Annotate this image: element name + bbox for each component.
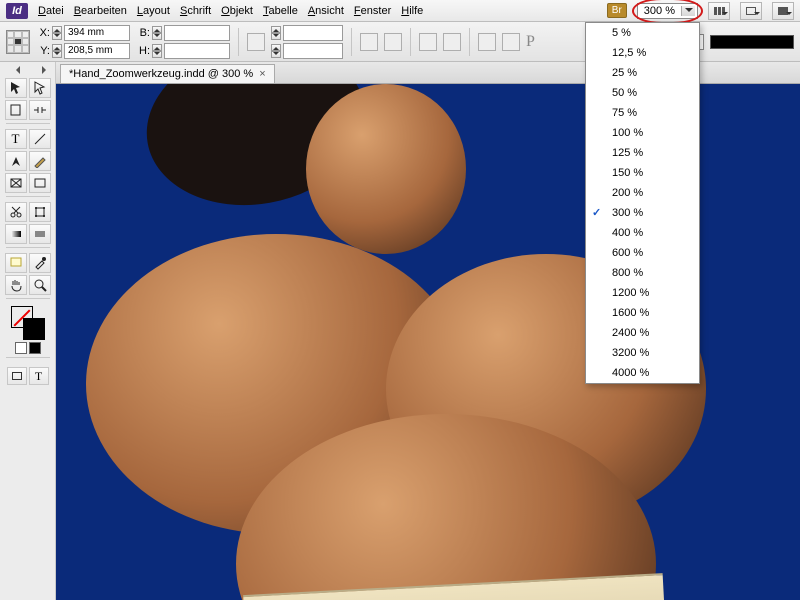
reference-point-grid[interactable] <box>6 30 30 54</box>
separator <box>238 28 239 56</box>
panel-collapse-left-icon[interactable] <box>10 66 20 76</box>
eyedropper-tool[interactable] <box>29 253 51 273</box>
stroke-style-preview[interactable] <box>710 35 794 49</box>
zoom-option[interactable]: 3200 % <box>586 343 699 363</box>
zoom-option[interactable]: 125 % <box>586 143 699 163</box>
shear-icon[interactable] <box>384 33 402 51</box>
menu-hilfe[interactable]: Hilfe <box>401 5 423 17</box>
w-stepper[interactable] <box>152 26 162 40</box>
zoom-level-value: 300 % <box>644 5 675 17</box>
zoom-option[interactable]: 100 % <box>586 123 699 143</box>
zoom-option[interactable]: 600 % <box>586 243 699 263</box>
rectangle-frame-tool[interactable] <box>5 173 27 193</box>
hand-tool[interactable] <box>5 275 27 295</box>
free-transform-tool[interactable] <box>29 202 51 222</box>
menu-ansicht[interactable]: Ansicht <box>308 5 344 17</box>
direct-selection-tool[interactable] <box>29 78 51 98</box>
page-tool[interactable] <box>5 100 27 120</box>
tools-panel: T <box>0 62 56 600</box>
menu-schrift[interactable]: Schrift <box>180 5 211 17</box>
selection-tool[interactable] <box>5 78 27 98</box>
check-icon: ✓ <box>592 206 601 219</box>
fill-stroke-swatch[interactable] <box>11 306 45 340</box>
separator <box>469 28 470 56</box>
zoom-option[interactable]: 75 % <box>586 103 699 123</box>
menu-bar: Id Datei Bearbeiten Layout Schrift Objek… <box>0 0 800 22</box>
select-content-icon[interactable] <box>502 33 520 51</box>
panel-collapse-right-icon[interactable] <box>40 66 50 76</box>
zoom-option[interactable]: 800 % <box>586 263 699 283</box>
zoom-option[interactable]: 200 % <box>586 183 699 203</box>
flip-h-icon[interactable] <box>419 33 437 51</box>
view-mode-button-1[interactable] <box>708 2 730 20</box>
type-tool[interactable]: T <box>5 129 27 149</box>
menu-datei[interactable]: Datei <box>38 5 64 17</box>
stroke-swatch-icon[interactable] <box>23 318 45 340</box>
menu-bearbeiten[interactable]: Bearbeiten <box>74 5 127 17</box>
zoom-option[interactable]: 1600 % <box>586 303 699 323</box>
gradient-swatch-tool[interactable] <box>5 224 27 244</box>
document-tab[interactable]: *Hand_Zoomwerkzeug.indd @ 300 % × <box>60 64 275 83</box>
w-label: B: <box>136 27 150 39</box>
menu-objekt[interactable]: Objekt <box>221 5 253 17</box>
scalex-input[interactable] <box>283 25 343 41</box>
zoom-option[interactable]: 400 % <box>586 223 699 243</box>
gap-tool[interactable] <box>29 100 51 120</box>
pen-tool[interactable] <box>5 151 27 171</box>
x-label: X: <box>36 27 50 39</box>
zoom-tool[interactable] <box>29 275 51 295</box>
flip-v-icon[interactable] <box>443 33 461 51</box>
line-tool[interactable] <box>29 129 51 149</box>
screen-mode-button[interactable] <box>740 2 762 20</box>
document-tab-title: *Hand_Zoomwerkzeug.indd @ 300 % <box>69 68 253 80</box>
zoom-option[interactable]: 4000 % <box>586 363 699 383</box>
y-input[interactable] <box>64 43 130 59</box>
normal-view-mode[interactable] <box>7 367 27 385</box>
default-swatches[interactable] <box>15 342 41 354</box>
size-fields: B: H: <box>136 25 230 59</box>
menu-layout[interactable]: Layout <box>137 5 170 17</box>
h-input[interactable] <box>164 43 230 59</box>
scalex-stepper[interactable] <box>271 26 281 40</box>
x-stepper[interactable] <box>52 26 62 40</box>
bridge-button[interactable]: Br <box>607 3 627 18</box>
position-fields: X: Y: <box>36 25 130 59</box>
h-stepper[interactable] <box>152 44 162 58</box>
app-logo-icon: Id <box>6 3 28 19</box>
scissors-tool[interactable] <box>5 202 27 222</box>
h-label: H: <box>136 45 150 57</box>
paragraph-style-icon: P <box>526 33 535 51</box>
separator <box>410 28 411 56</box>
zoom-level-dropdown: 5 %12,5 %25 %50 %75 %100 %125 %150 %200 … <box>585 22 700 384</box>
y-stepper[interactable] <box>52 44 62 58</box>
zoom-option[interactable]: ✓300 % <box>586 203 699 223</box>
zoom-option[interactable]: 150 % <box>586 163 699 183</box>
rotate-icon[interactable] <box>360 33 378 51</box>
zoom-level-combo[interactable]: 300 % <box>637 3 698 19</box>
zoom-option[interactable]: 1200 % <box>586 283 699 303</box>
zoom-option[interactable]: 2400 % <box>586 323 699 343</box>
rectangle-tool[interactable] <box>29 173 51 193</box>
note-tool[interactable] <box>5 253 27 273</box>
zoom-option[interactable]: 12,5 % <box>586 43 699 63</box>
chevron-down-icon[interactable] <box>681 6 695 16</box>
separator <box>351 28 352 56</box>
x-input[interactable] <box>64 25 130 41</box>
y-label: Y: <box>36 45 50 57</box>
arrange-button[interactable] <box>772 2 794 20</box>
zoom-option[interactable]: 25 % <box>586 63 699 83</box>
close-icon[interactable]: × <box>259 68 265 80</box>
menu-tabelle[interactable]: Tabelle <box>263 5 298 17</box>
menu-fenster[interactable]: Fenster <box>354 5 391 17</box>
gradient-feather-tool[interactable] <box>29 224 51 244</box>
scaley-input[interactable] <box>283 43 343 59</box>
pencil-tool[interactable] <box>29 151 51 171</box>
scale-x-icon[interactable] <box>247 33 265 51</box>
zoom-option[interactable]: 5 % <box>586 23 699 43</box>
preview-mode[interactable]: T <box>29 367 49 385</box>
w-input[interactable] <box>164 25 230 41</box>
scaley-stepper[interactable] <box>271 44 281 58</box>
select-container-icon[interactable] <box>478 33 496 51</box>
zoom-option[interactable]: 50 % <box>586 83 699 103</box>
